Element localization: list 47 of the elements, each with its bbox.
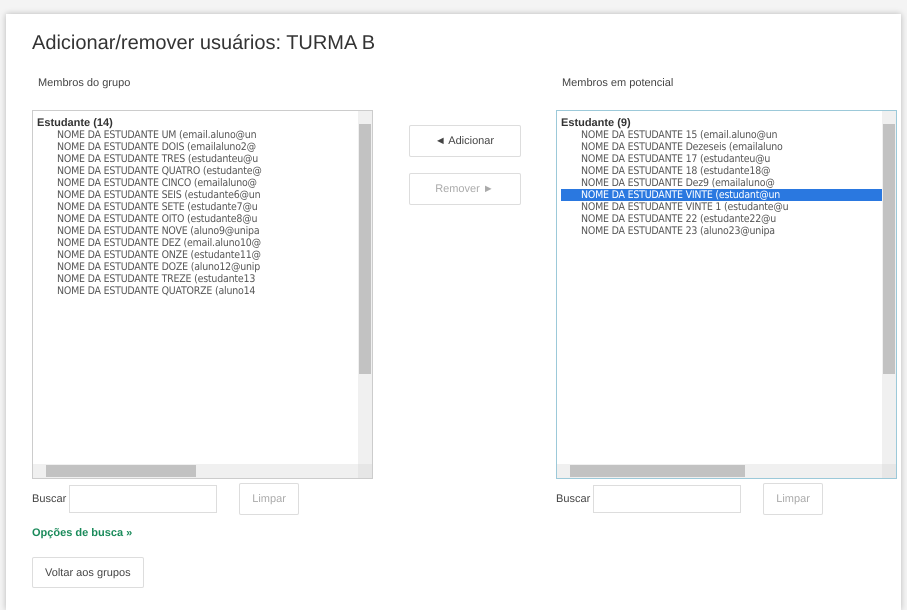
vertical-scrollbar[interactable] — [358, 111, 372, 464]
scrollbar-thumb[interactable] — [570, 465, 745, 477]
scrollbar-thumb[interactable] — [883, 124, 895, 374]
member-option[interactable]: NOME DA ESTUDANTE SETE (estudante7@u — [37, 201, 358, 213]
member-option[interactable]: NOME DA ESTUDANTE TRES (estudanteu@u — [37, 153, 358, 165]
member-option[interactable]: NOME DA ESTUDANTE DOZE (aluno12@unip — [37, 261, 358, 273]
member-option[interactable]: NOME DA ESTUDANTE Dez9 (emailaluno@ — [561, 177, 882, 189]
search-label: Buscar — [556, 493, 590, 505]
member-option[interactable]: NOME DA ESTUDANTE NOVE (aluno9@unipa — [37, 225, 358, 237]
member-option[interactable]: NOME DA ESTUDANTE 17 (estudanteu@u — [561, 153, 882, 165]
member-option[interactable]: NOME DA ESTUDANTE ONZE (estudante11@ — [37, 249, 358, 261]
member-option[interactable]: NOME DA ESTUDANTE TREZE (estudante13 — [37, 273, 358, 285]
horizontal-scrollbar[interactable] — [33, 464, 358, 478]
member-option[interactable]: NOME DA ESTUDANTE UM (email.aluno@un — [37, 129, 358, 141]
member-option[interactable]: NOME DA ESTUDANTE SEIS (estudante6@un — [37, 189, 358, 201]
member-option[interactable]: NOME DA ESTUDANTE Dezeseis (emailaluno — [561, 141, 882, 153]
scrollbar-thumb[interactable] — [359, 124, 371, 374]
scrollbar-corner — [358, 464, 372, 478]
search-field[interactable] — [593, 485, 742, 513]
member-option[interactable]: NOME DA ESTUDANTE VINTE 1 (estudante@u — [561, 201, 882, 213]
member-option[interactable]: NOME DA ESTUDANTE DEZ (email.aluno10@ — [37, 237, 358, 249]
horizontal-scrollbar[interactable] — [557, 464, 882, 478]
member-option[interactable]: NOME DA ESTUDANTE 18 (estudante18@ — [561, 165, 882, 177]
member-listbox[interactable] — [32, 110, 373, 479]
member-option[interactable]: NOME DA ESTUDANTE DOIS (emailaluno2@ — [37, 141, 358, 153]
option-group: Estudante (14) — [37, 117, 358, 129]
search-field[interactable] — [69, 485, 218, 513]
page-title: Adicionar/remover usuários: TURMA B — [32, 32, 376, 55]
list-label: Membros do grupo — [38, 77, 132, 89]
vertical-scrollbar[interactable] — [882, 111, 896, 464]
back-button[interactable]: Voltar aos grupos — [32, 557, 144, 588]
member-option[interactable]: NOME DA ESTUDANTE 23 (aluno23@unipa — [561, 225, 882, 237]
add-button[interactable]: ◄ Adicionar — [408, 125, 520, 157]
search-options-link[interactable]: Opções de busca » — [32, 527, 373, 539]
member-option[interactable]: NOME DA ESTUDANTE OITO (estudante8@u — [37, 213, 358, 225]
scrollbar-corner — [882, 464, 896, 478]
member-option[interactable]: NOME DA ESTUDANTE QUATRO (estudante@ — [37, 165, 358, 177]
search-label: Buscar — [32, 493, 66, 505]
scrollbar-thumb[interactable] — [46, 465, 196, 477]
option-group: Estudante (9) — [561, 117, 882, 129]
member-option[interactable]: NOME DA ESTUDANTE 22 (estudante22@u — [561, 213, 882, 225]
member-option[interactable]: NOME DA ESTUDANTE 15 (email.aluno@un — [561, 129, 882, 141]
list-label: Membros em potencial — [562, 77, 674, 89]
member-option[interactable]: NOME DA ESTUDANTE CINCO (emailaluno@ — [37, 177, 358, 189]
member-option[interactable]: NOME DA ESTUDANTE QUATORZE (aluno14 — [37, 285, 358, 297]
member-listbox[interactable] — [556, 110, 897, 479]
member-option[interactable]: NOME DA ESTUDANTE VINTE (estudant@un — [561, 189, 882, 201]
